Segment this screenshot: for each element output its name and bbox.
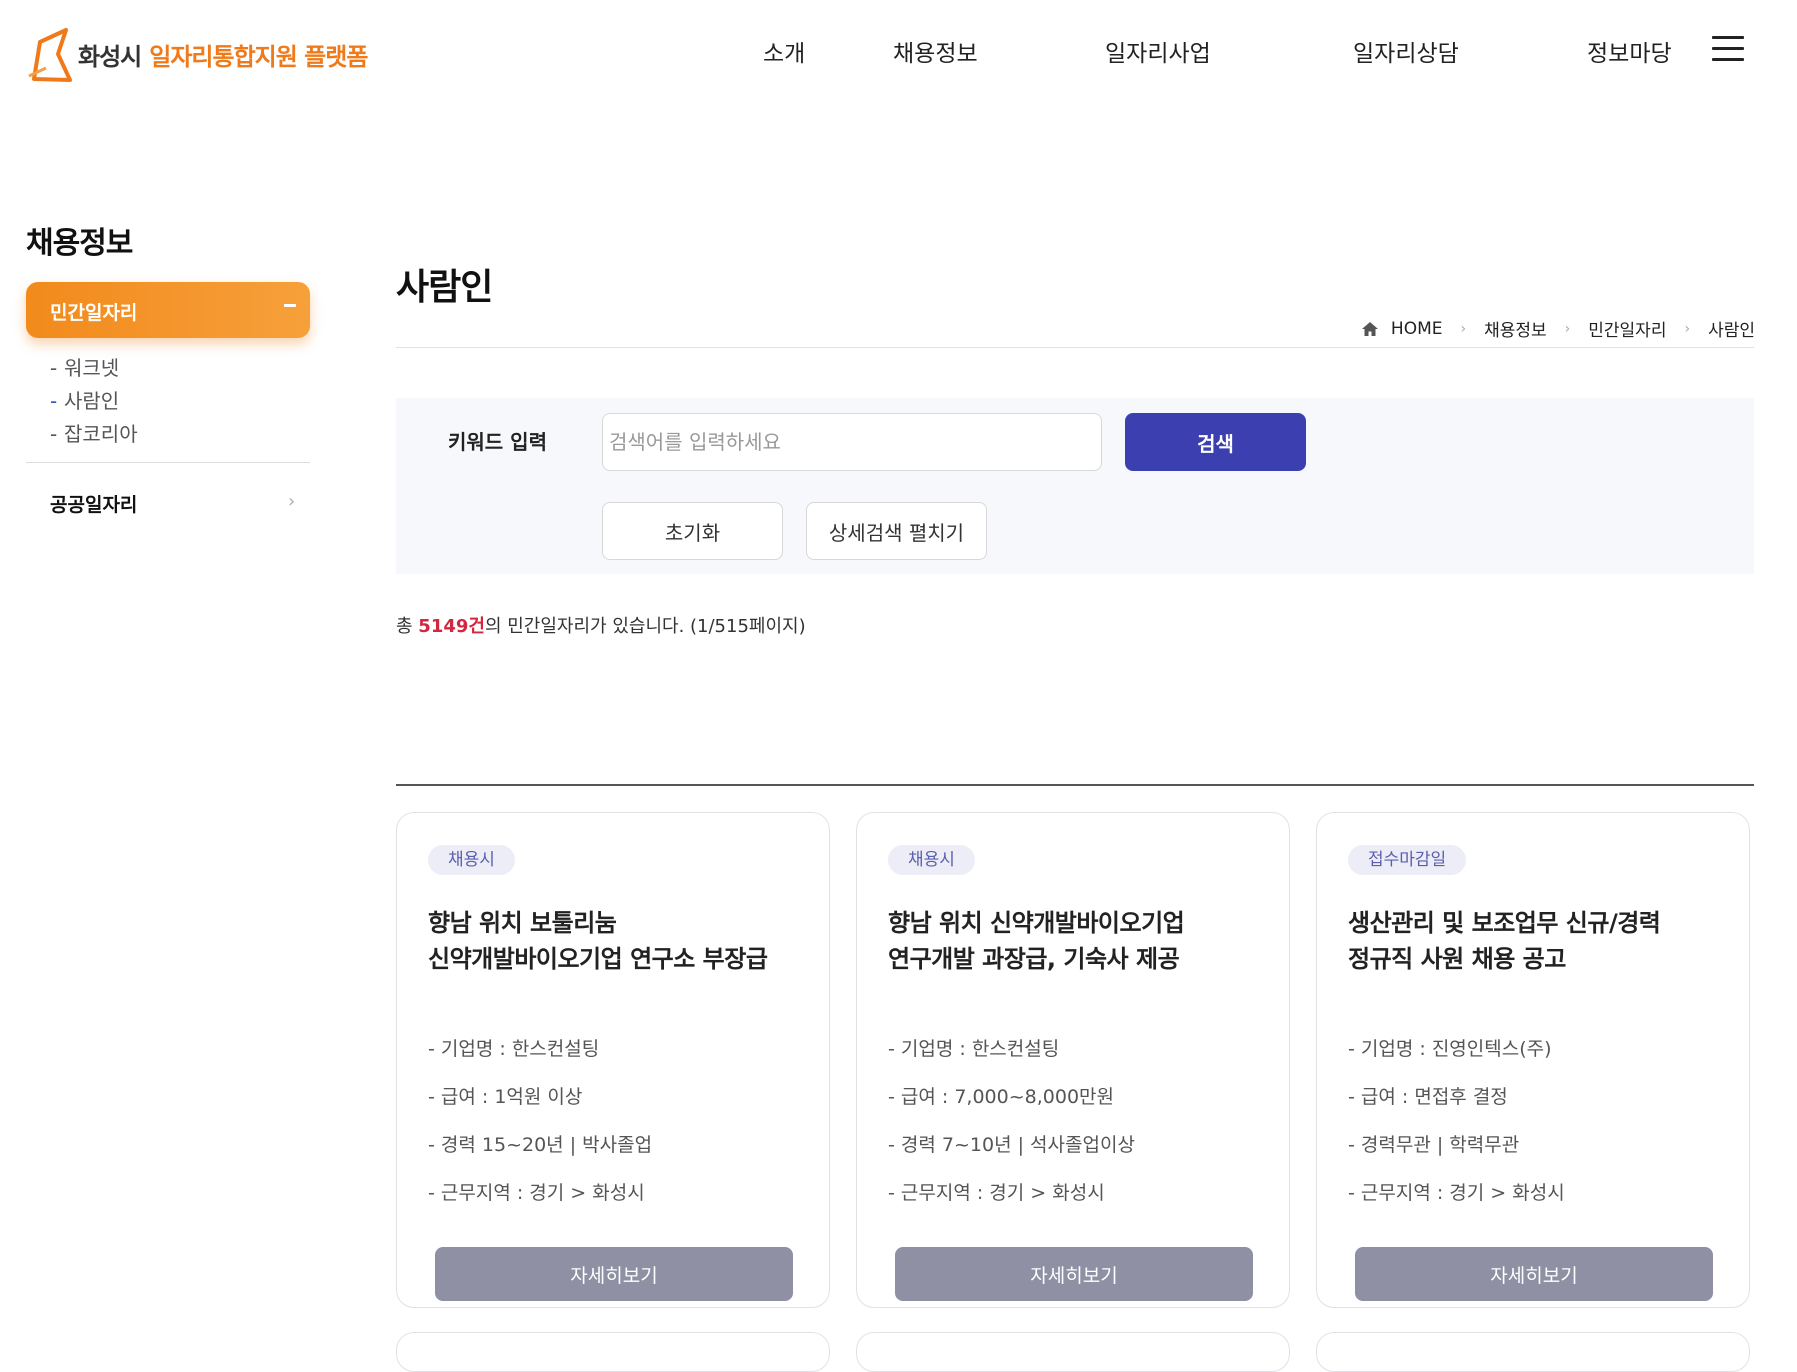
job-card-next-row	[1316, 1332, 1750, 1372]
location: - 근무지역 : 경기 > 화성시	[888, 1182, 1105, 1204]
home-icon[interactable]	[1361, 321, 1379, 337]
chevron-right-icon: ›	[288, 491, 296, 512]
view-detail-button[interactable]: 자세히보기	[895, 1247, 1253, 1301]
nav-job-counseling[interactable]: 일자리상담	[1353, 34, 1459, 68]
page-title: 사람인	[396, 267, 493, 308]
nav-jobs[interactable]: 채용정보	[893, 34, 978, 68]
sidebar-item-label: 민간일자리	[50, 302, 138, 324]
job-card: 채용시 향남 위치 신약개발바이오기업 연구개발 과장급, 기숙사 제공 - 기…	[856, 812, 1290, 1308]
advanced-search-button[interactable]: 상세검색 펼치기	[806, 502, 987, 560]
company-name: - 기업명 : 한스컨설팅	[888, 1038, 1060, 1060]
deadline-badge: 채용시	[428, 845, 515, 875]
salary: - 급여 : 1억원 이상	[428, 1086, 583, 1108]
keyword-label: 키워드 입력	[448, 430, 547, 454]
sidebar-sub-item-saramin[interactable]: - 사람인	[50, 385, 138, 418]
job-card-next-row	[856, 1332, 1290, 1372]
job-info: - 기업명 : 진영인텍스(주) - 급여 : 면접후 결정 - 경력무관 | …	[1348, 1025, 1565, 1217]
job-info: - 기업명 : 한스컨설팅 - 급여 : 7,000~8,000만원 - 경력 …	[888, 1025, 1135, 1217]
view-detail-button[interactable]: 자세히보기	[435, 1247, 793, 1301]
breadcrumb-separator: ›	[1564, 320, 1571, 337]
job-title[interactable]: 향남 위치 신약개발바이오기업 연구개발 과장급, 기숙사 제공	[888, 905, 1278, 977]
sidebar-divider	[26, 462, 310, 463]
job-card-next-row	[396, 1332, 830, 1372]
company-name: - 기업명 : 진영인텍스(주)	[1348, 1038, 1552, 1060]
company-name: - 기업명 : 한스컨설팅	[428, 1038, 600, 1060]
sidebar-sub-list: - 워크넷 - 사람인 - 잡코리아	[50, 352, 138, 451]
logo-city: 화성시	[78, 42, 142, 71]
job-title[interactable]: 생산관리 및 보조업무 신규/경력 정규직 사원 채용 공고	[1348, 905, 1738, 977]
sidebar-sub-item-worknet[interactable]: - 워크넷	[50, 352, 138, 385]
breadcrumb-separator: ›	[1460, 320, 1467, 337]
career: - 경력 15~20년 | 박사졸업	[428, 1134, 653, 1156]
title-divider	[396, 347, 1754, 348]
sidebar-title: 채용정보	[26, 226, 133, 261]
logo-title: 일자리통합지원 플랫폼	[149, 42, 368, 71]
search-input[interactable]	[602, 413, 1102, 471]
salary: - 급여 : 면접후 결정	[1348, 1086, 1508, 1108]
nav-intro[interactable]: 소개	[763, 34, 805, 68]
breadcrumb-private-jobs[interactable]: 민간일자리	[1588, 316, 1666, 341]
search-panel: 키워드 입력 검색 초기화 상세검색 펼치기	[396, 398, 1754, 574]
salary: - 급여 : 7,000~8,000만원	[888, 1086, 1115, 1108]
breadcrumb-jobs[interactable]: 채용정보	[1484, 316, 1547, 341]
job-info: - 기업명 : 한스컨설팅 - 급여 : 1억원 이상 - 경력 15~20년 …	[428, 1025, 652, 1217]
breadcrumb-separator: ›	[1684, 320, 1691, 337]
hamburger-icon[interactable]	[1712, 36, 1744, 62]
minus-icon	[284, 304, 296, 307]
logo-mark-icon	[28, 28, 72, 82]
job-card: 접수마감일 생산관리 및 보조업무 신규/경력 정규직 사원 채용 공고 - 기…	[1316, 812, 1750, 1308]
sidebar-item-public-jobs[interactable]: 공공일자리	[50, 490, 137, 517]
job-title[interactable]: 향남 위치 보툴리눔 신약개발바이오기업 연구소 부장급	[428, 905, 818, 977]
list-top-divider	[396, 784, 1754, 786]
location: - 근무지역 : 경기 > 화성시	[428, 1182, 645, 1204]
location: - 근무지역 : 경기 > 화성시	[1348, 1182, 1565, 1204]
site-logo[interactable]: 화성시 일자리통합지원 플랫폼	[26, 24, 368, 84]
reset-button[interactable]: 초기화	[602, 502, 783, 560]
sidebar-item-private-jobs[interactable]: 민간일자리	[26, 282, 310, 338]
view-detail-button[interactable]: 자세히보기	[1355, 1247, 1713, 1301]
result-summary: 총 5149건의 민간일자리가 있습니다. (1/515페이지)	[396, 616, 806, 637]
search-button[interactable]: 검색	[1125, 413, 1306, 471]
career: - 경력 7~10년 | 석사졸업이상	[888, 1134, 1135, 1156]
nav-info[interactable]: 정보마당	[1587, 34, 1672, 68]
breadcrumb-current: 사람인	[1708, 321, 1755, 341]
result-count: 5149건	[418, 616, 485, 637]
breadcrumb: HOME › 채용정보 › 민간일자리 › 사람인	[1361, 316, 1755, 341]
nav-job-programs[interactable]: 일자리사업	[1105, 34, 1211, 68]
deadline-badge: 채용시	[888, 845, 975, 875]
career: - 경력무관 | 학력무관	[1348, 1134, 1520, 1156]
deadline-badge: 접수마감일	[1348, 845, 1467, 875]
job-card: 채용시 향남 위치 보툴리눔 신약개발바이오기업 연구소 부장급 - 기업명 :…	[396, 812, 830, 1308]
site-header: 화성시 일자리통합지원 플랫폼 소개 채용정보 일자리사업 일자리상담 정보마당	[0, 0, 1797, 110]
breadcrumb-home[interactable]: HOME	[1391, 319, 1443, 339]
sidebar-sub-item-jobkorea[interactable]: - 잡코리아	[50, 418, 138, 451]
